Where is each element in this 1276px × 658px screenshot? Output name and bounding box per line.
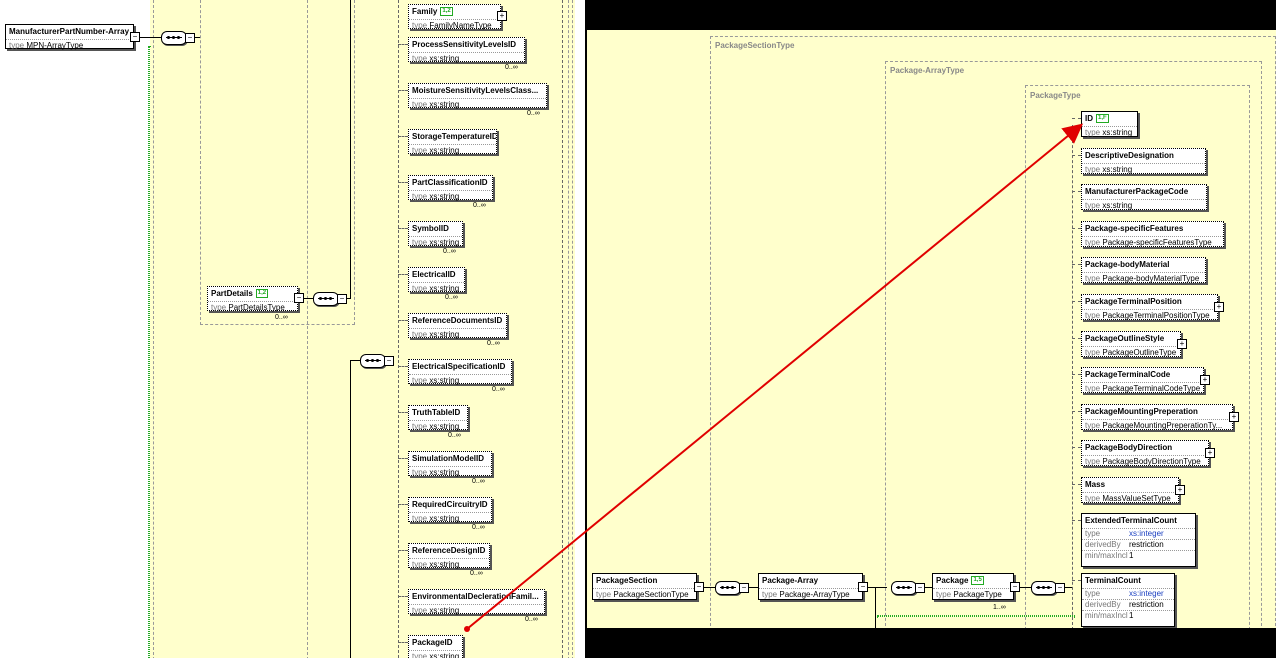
- arrow-origin-dot: [464, 626, 470, 632]
- arrow-line: [466, 123, 1084, 630]
- reference-arrow: [464, 123, 1084, 632]
